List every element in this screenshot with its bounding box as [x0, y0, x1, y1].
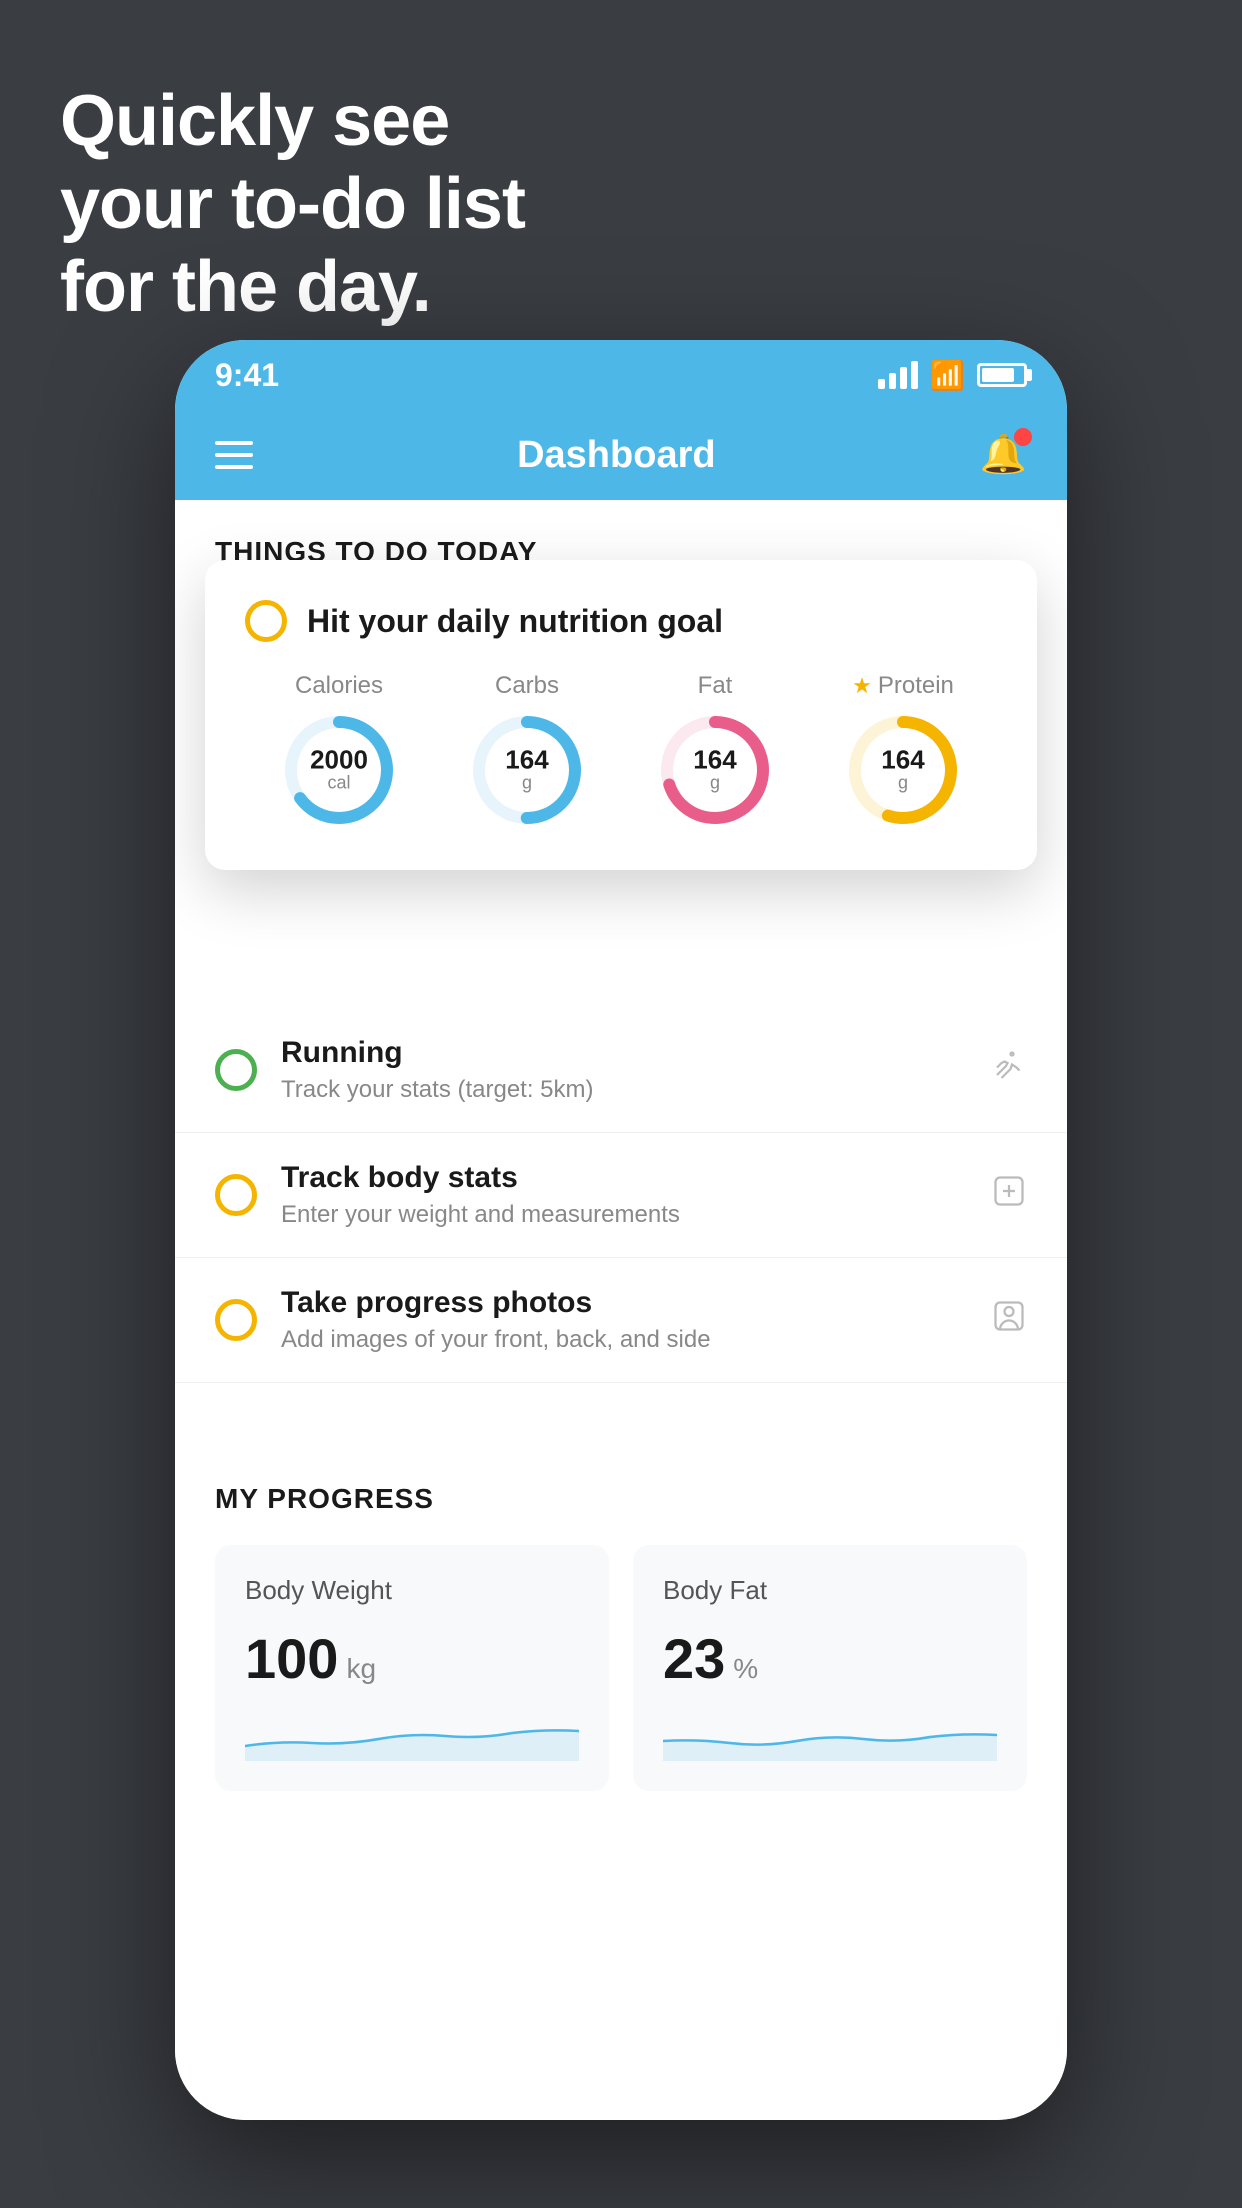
running-title: Running [281, 1036, 991, 1070]
body-weight-value: 100 kg [245, 1626, 579, 1691]
fat-unit: g [710, 773, 720, 793]
calories-value: 2000 [310, 747, 368, 773]
nutrition-item-protein: ★ Protein 164 g [843, 672, 963, 830]
calories-donut: 2000 cal [279, 710, 399, 830]
status-icons: 📶 [878, 359, 1027, 392]
body-fat-card: Body Fat 23 % [633, 1545, 1027, 1791]
nutrition-radio[interactable] [245, 600, 287, 642]
running-icon [991, 1048, 1027, 1093]
progress-photos-title: Take progress photos [281, 1286, 991, 1320]
todo-item-body-stats[interactable]: Track body stats Enter your weight and m… [175, 1133, 1067, 1258]
progress-photos-text-block: Take progress photos Add images of your … [281, 1286, 991, 1354]
notification-dot [1014, 428, 1032, 446]
protein-unit: g [898, 773, 908, 793]
nutrition-item-fat: Fat 164 g [655, 672, 775, 830]
notification-bell-button[interactable]: 🔔 [980, 433, 1027, 477]
body-stats-title: Track body stats [281, 1161, 991, 1195]
body-weight-card: Body Weight 100 kg [215, 1545, 609, 1791]
hero-text: Quickly see your to-do list for the day. [60, 80, 525, 328]
todo-item-progress-photos[interactable]: Take progress photos Add images of your … [175, 1258, 1067, 1383]
scale-icon [991, 1173, 1027, 1218]
todo-list: Running Track your stats (target: 5km) T… [175, 1008, 1067, 1383]
carbs-value: 164 [505, 747, 548, 773]
body-stats-subtitle: Enter your weight and measurements [281, 1201, 991, 1229]
fat-donut: 164 g [655, 710, 775, 830]
hero-line2: your to-do list [60, 163, 525, 246]
app-content: THINGS TO DO TODAY Hit your daily nutrit… [175, 500, 1067, 2120]
carbs-label: Carbs [495, 672, 559, 700]
running-text-block: Running Track your stats (target: 5km) [281, 1036, 991, 1104]
nutrition-card: Hit your daily nutrition goal Calories 2… [205, 560, 1037, 870]
status-bar: 9:41 📶 [175, 340, 1067, 410]
phone-frame: 9:41 📶 Dashboard 🔔 TH [175, 340, 1067, 2120]
fat-value: 164 [693, 747, 736, 773]
body-stats-radio[interactable] [215, 1174, 257, 1216]
header-title: Dashboard [517, 434, 715, 477]
body-fat-number: 23 [663, 1626, 725, 1691]
carbs-unit: g [522, 773, 532, 793]
person-icon [991, 1298, 1027, 1343]
body-fat-title: Body Fat [663, 1575, 997, 1606]
fat-label: Fat [698, 672, 733, 700]
progress-heading: MY PROGRESS [215, 1483, 1027, 1515]
nutrition-card-title: Hit your daily nutrition goal [307, 603, 723, 640]
status-time: 9:41 [215, 357, 279, 394]
battery-icon [977, 363, 1027, 387]
body-fat-unit: % [733, 1653, 758, 1685]
body-weight-number: 100 [245, 1626, 338, 1691]
nutrition-item-calories: Calories 2000 cal [279, 672, 399, 830]
todo-item-running[interactable]: Running Track your stats (target: 5km) [175, 1008, 1067, 1133]
calories-label: Calories [295, 672, 383, 700]
running-subtitle: Track your stats (target: 5km) [281, 1076, 991, 1104]
body-stats-text-block: Track body stats Enter your weight and m… [281, 1161, 991, 1229]
progress-photos-subtitle: Add images of your front, back, and side [281, 1326, 991, 1354]
body-fat-value: 23 % [663, 1626, 997, 1691]
calories-unit: cal [327, 773, 350, 793]
hero-line1: Quickly see [60, 80, 525, 163]
nutrition-row: Calories 2000 cal Carbs [245, 672, 997, 830]
body-fat-chart [663, 1711, 997, 1761]
signal-icon [878, 361, 918, 389]
body-weight-unit: kg [346, 1653, 376, 1685]
progress-section: MY PROGRESS Body Weight 100 kg [175, 1443, 1067, 1791]
protein-value: 164 [881, 747, 924, 773]
menu-button[interactable] [215, 441, 253, 469]
app-header: Dashboard 🔔 [175, 410, 1067, 500]
nutrition-item-carbs: Carbs 164 g [467, 672, 587, 830]
hero-line3: for the day. [60, 246, 525, 329]
protein-label: ★ Protein [852, 672, 954, 700]
progress-photos-radio[interactable] [215, 1299, 257, 1341]
protein-donut: 164 g [843, 710, 963, 830]
running-radio[interactable] [215, 1049, 257, 1091]
body-weight-chart [245, 1711, 579, 1761]
wifi-icon: 📶 [930, 359, 965, 392]
star-icon: ★ [852, 673, 872, 699]
body-weight-title: Body Weight [245, 1575, 579, 1606]
progress-cards: Body Weight 100 kg Body Fat [215, 1545, 1027, 1791]
carbs-donut: 164 g [467, 710, 587, 830]
